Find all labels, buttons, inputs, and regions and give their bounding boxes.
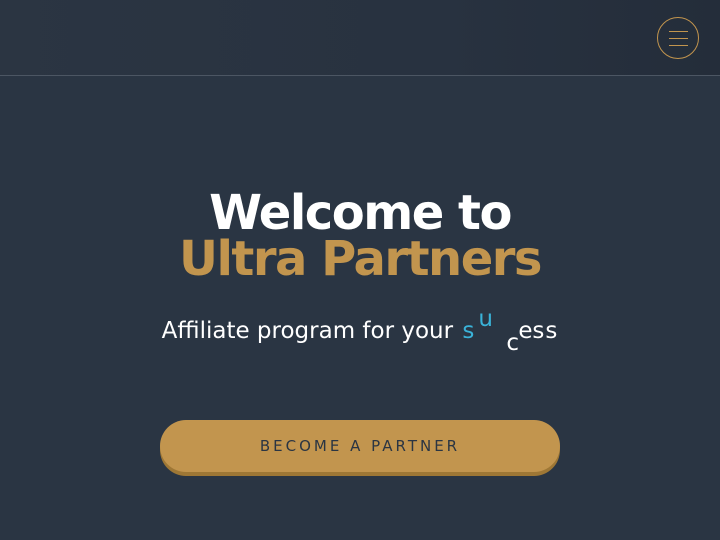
menu-bar-middle — [669, 38, 688, 39]
animated-letter: s — [532, 318, 545, 344]
hamburger-menu-icon[interactable] — [657, 17, 699, 59]
menu-bar-bottom — [669, 45, 688, 46]
animated-letter: u — [478, 306, 493, 332]
subtitle-prefix: Affiliate program for your — [161, 318, 454, 344]
animated-letter: s — [462, 318, 475, 344]
hero-title-line2: Ultra Partners — [178, 231, 543, 287]
animated-word: s u c e s s — [460, 306, 558, 356]
site-header — [0, 0, 720, 76]
animated-letter: e — [518, 318, 533, 344]
animated-letter: c — [506, 330, 520, 356]
animated-letter: s — [545, 318, 558, 344]
hero-section: Welcome to Ultra Partners Affiliate prog… — [0, 77, 720, 540]
hero-subtitle: Affiliate program for your s u c e s s — [0, 306, 720, 356]
become-partner-button[interactable]: BECOME A PARTNER — [160, 420, 560, 472]
menu-bar-top — [669, 31, 688, 32]
